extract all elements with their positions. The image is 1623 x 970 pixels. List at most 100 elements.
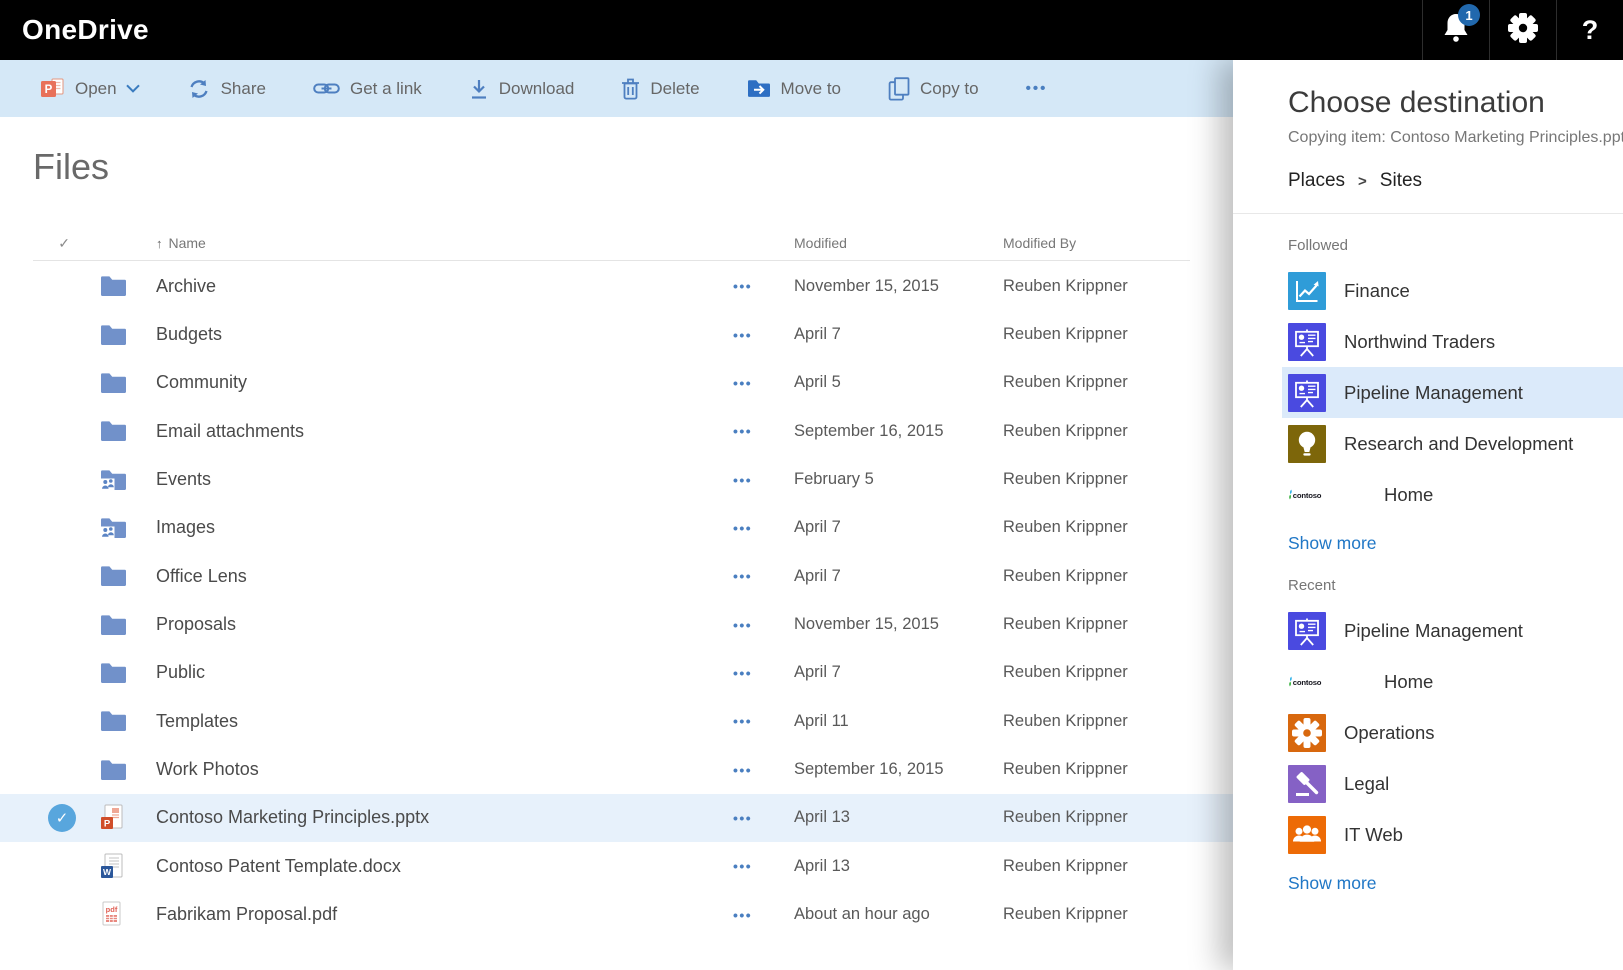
- destination-item-pipeline-management[interactable]: Pipeline Management: [1282, 367, 1623, 418]
- file-name[interactable]: Contoso Patent Template.docx: [156, 856, 733, 877]
- file-name[interactable]: Images: [156, 517, 733, 538]
- modified-date: February 5: [794, 470, 1003, 489]
- row-menu-button[interactable]: •••: [733, 810, 763, 826]
- delete-button[interactable]: Delete: [621, 77, 699, 100]
- table-row[interactable]: Email attachments•••September 16, 2015Re…: [0, 407, 1233, 455]
- chevron-right-icon: >: [1358, 173, 1367, 190]
- file-name[interactable]: Budgets: [156, 324, 733, 345]
- modified-date: About an hour ago: [794, 905, 1003, 924]
- notification-badge: 1: [1458, 4, 1480, 26]
- table-row[interactable]: Templates•••April 11Reuben Krippner: [0, 697, 1233, 745]
- file-name[interactable]: Contoso Marketing Principles.pptx: [156, 807, 733, 828]
- settings-button[interactable]: [1489, 0, 1556, 60]
- table-row[interactable]: Budgets•••April 7Reuben Krippner: [0, 310, 1233, 358]
- file-name[interactable]: Fabrikam Proposal.pdf: [156, 904, 733, 925]
- destination-item-operations[interactable]: Operations: [1288, 707, 1623, 758]
- file-name[interactable]: Templates: [156, 711, 733, 732]
- row-menu-button[interactable]: •••: [733, 762, 763, 778]
- get-a-link-button[interactable]: Get a link: [313, 79, 422, 99]
- row-menu-button[interactable]: •••: [733, 617, 763, 633]
- breadcrumb-sites[interactable]: Sites: [1380, 170, 1422, 192]
- copying-item-text: Copying item: Contoso Marketing Principl…: [1288, 129, 1623, 147]
- chart-icon: [1288, 272, 1326, 310]
- destination-item-finance[interactable]: Finance: [1288, 265, 1623, 316]
- file-name[interactable]: Archive: [156, 276, 733, 297]
- row-menu-button[interactable]: •••: [733, 520, 763, 536]
- file-name[interactable]: Proposals: [156, 614, 733, 635]
- row-menu-button[interactable]: •••: [733, 375, 763, 391]
- show-more-link[interactable]: Show more: [1288, 873, 1377, 894]
- copy-to-button[interactable]: Copy to: [888, 77, 979, 101]
- row-menu-button[interactable]: •••: [733, 907, 763, 923]
- table-row[interactable]: Proposals•••November 15, 2015Reuben Krip…: [0, 600, 1233, 648]
- file-name[interactable]: Email attachments: [156, 421, 733, 442]
- show-more-link[interactable]: Show more: [1288, 533, 1377, 554]
- download-button[interactable]: Download: [469, 78, 575, 100]
- table-row[interactable]: Community•••April 5Reuben Krippner: [0, 359, 1233, 407]
- file-name[interactable]: Office Lens: [156, 566, 733, 587]
- table-row[interactable]: Archive•••November 15, 2015Reuben Krippn…: [0, 262, 1233, 310]
- file-name[interactable]: Community: [156, 372, 733, 393]
- move-to-button[interactable]: Move to: [747, 79, 841, 99]
- row-menu-button[interactable]: •••: [733, 713, 763, 729]
- folder-icon: [90, 275, 156, 297]
- file-docx-icon: W: [90, 853, 156, 880]
- file-name[interactable]: Work Photos: [156, 759, 733, 780]
- folder-shared-icon: [90, 517, 156, 539]
- row-menu-button[interactable]: •••: [733, 278, 763, 294]
- row-menu-button[interactable]: •••: [733, 423, 763, 439]
- column-header-name[interactable]: ↑Name: [156, 235, 733, 251]
- destination-label: Pipeline Management: [1344, 620, 1523, 642]
- folder-shared-icon: [90, 469, 156, 491]
- breadcrumb-places[interactable]: Places: [1288, 170, 1345, 192]
- destination-label: Legal: [1344, 773, 1389, 795]
- table-row[interactable]: pdfFabrikam Proposal.pdf•••About an hour…: [0, 890, 1233, 938]
- help-button[interactable]: ?: [1556, 0, 1623, 60]
- app-title: OneDrive: [22, 14, 149, 46]
- destination-label: IT Web: [1344, 824, 1403, 846]
- help-icon: ?: [1582, 15, 1599, 46]
- destination-item-home[interactable]: contosoHome: [1288, 469, 1623, 520]
- table-row[interactable]: Public•••April 7Reuben Krippner: [0, 649, 1233, 697]
- destination-section: RecentPipeline ManagementcontosoHomeOper…: [1288, 577, 1623, 894]
- toolbar-item-label: Move to: [781, 79, 841, 99]
- table-row[interactable]: ✓PContoso Marketing Principles.pptx•••Ap…: [0, 794, 1233, 842]
- table-row[interactable]: Events•••February 5Reuben Krippner: [0, 455, 1233, 503]
- row-menu-button[interactable]: •••: [733, 568, 763, 584]
- folder-icon: [90, 710, 156, 732]
- column-header-modified-by[interactable]: Modified By: [1003, 235, 1233, 251]
- notifications-button[interactable]: 1: [1422, 0, 1489, 60]
- table-row[interactable]: Office Lens•••April 7Reuben Krippner: [0, 552, 1233, 600]
- gavel-icon: [1288, 765, 1326, 803]
- row-menu-button[interactable]: •••: [733, 858, 763, 874]
- toolbar-item-label: Open: [75, 79, 117, 99]
- share-button[interactable]: Share: [187, 77, 266, 101]
- destination-item-legal[interactable]: Legal: [1288, 758, 1623, 809]
- table-row[interactable]: Work Photos•••September 16, 2015Reuben K…: [0, 745, 1233, 793]
- selected-check-icon[interactable]: ✓: [48, 804, 76, 832]
- more-commands-button[interactable]: •••: [1026, 80, 1048, 97]
- modified-date: April 7: [794, 518, 1003, 537]
- destination-list: Pipeline Management contosoHomeOperations…: [1288, 605, 1623, 860]
- row-menu-button[interactable]: •••: [733, 472, 763, 488]
- modified-by: Reuben Krippner: [1003, 712, 1233, 731]
- open-button[interactable]: POpen: [40, 77, 140, 101]
- row-menu-button[interactable]: •••: [733, 665, 763, 681]
- file-name[interactable]: Public: [156, 662, 733, 683]
- destination-item-it-web[interactable]: IT Web: [1288, 809, 1623, 860]
- modified-date: April 13: [794, 808, 1003, 827]
- destination-item-pipeline-management[interactable]: Pipeline Management: [1288, 605, 1623, 656]
- destination-item-home[interactable]: contosoHome: [1288, 656, 1623, 707]
- column-header-modified[interactable]: Modified: [794, 235, 1003, 251]
- row-menu-button[interactable]: •••: [733, 327, 763, 343]
- destination-section: FollowedFinanceNorthwind TradersPipeline…: [1288, 237, 1623, 554]
- sort-ascending-icon: ↑: [156, 236, 163, 251]
- panel-divider: [1233, 213, 1623, 214]
- table-row[interactable]: Images•••April 7Reuben Krippner: [0, 504, 1233, 552]
- select-all-checkbox[interactable]: ✓: [0, 235, 90, 252]
- destination-item-research-and-development[interactable]: Research and Development: [1288, 418, 1623, 469]
- destination-item-northwind-traders[interactable]: Northwind Traders: [1288, 316, 1623, 367]
- modified-date: September 16, 2015: [794, 760, 1003, 779]
- file-name[interactable]: Events: [156, 469, 733, 490]
- table-row[interactable]: WContoso Patent Template.docx•••April 13…: [0, 842, 1233, 890]
